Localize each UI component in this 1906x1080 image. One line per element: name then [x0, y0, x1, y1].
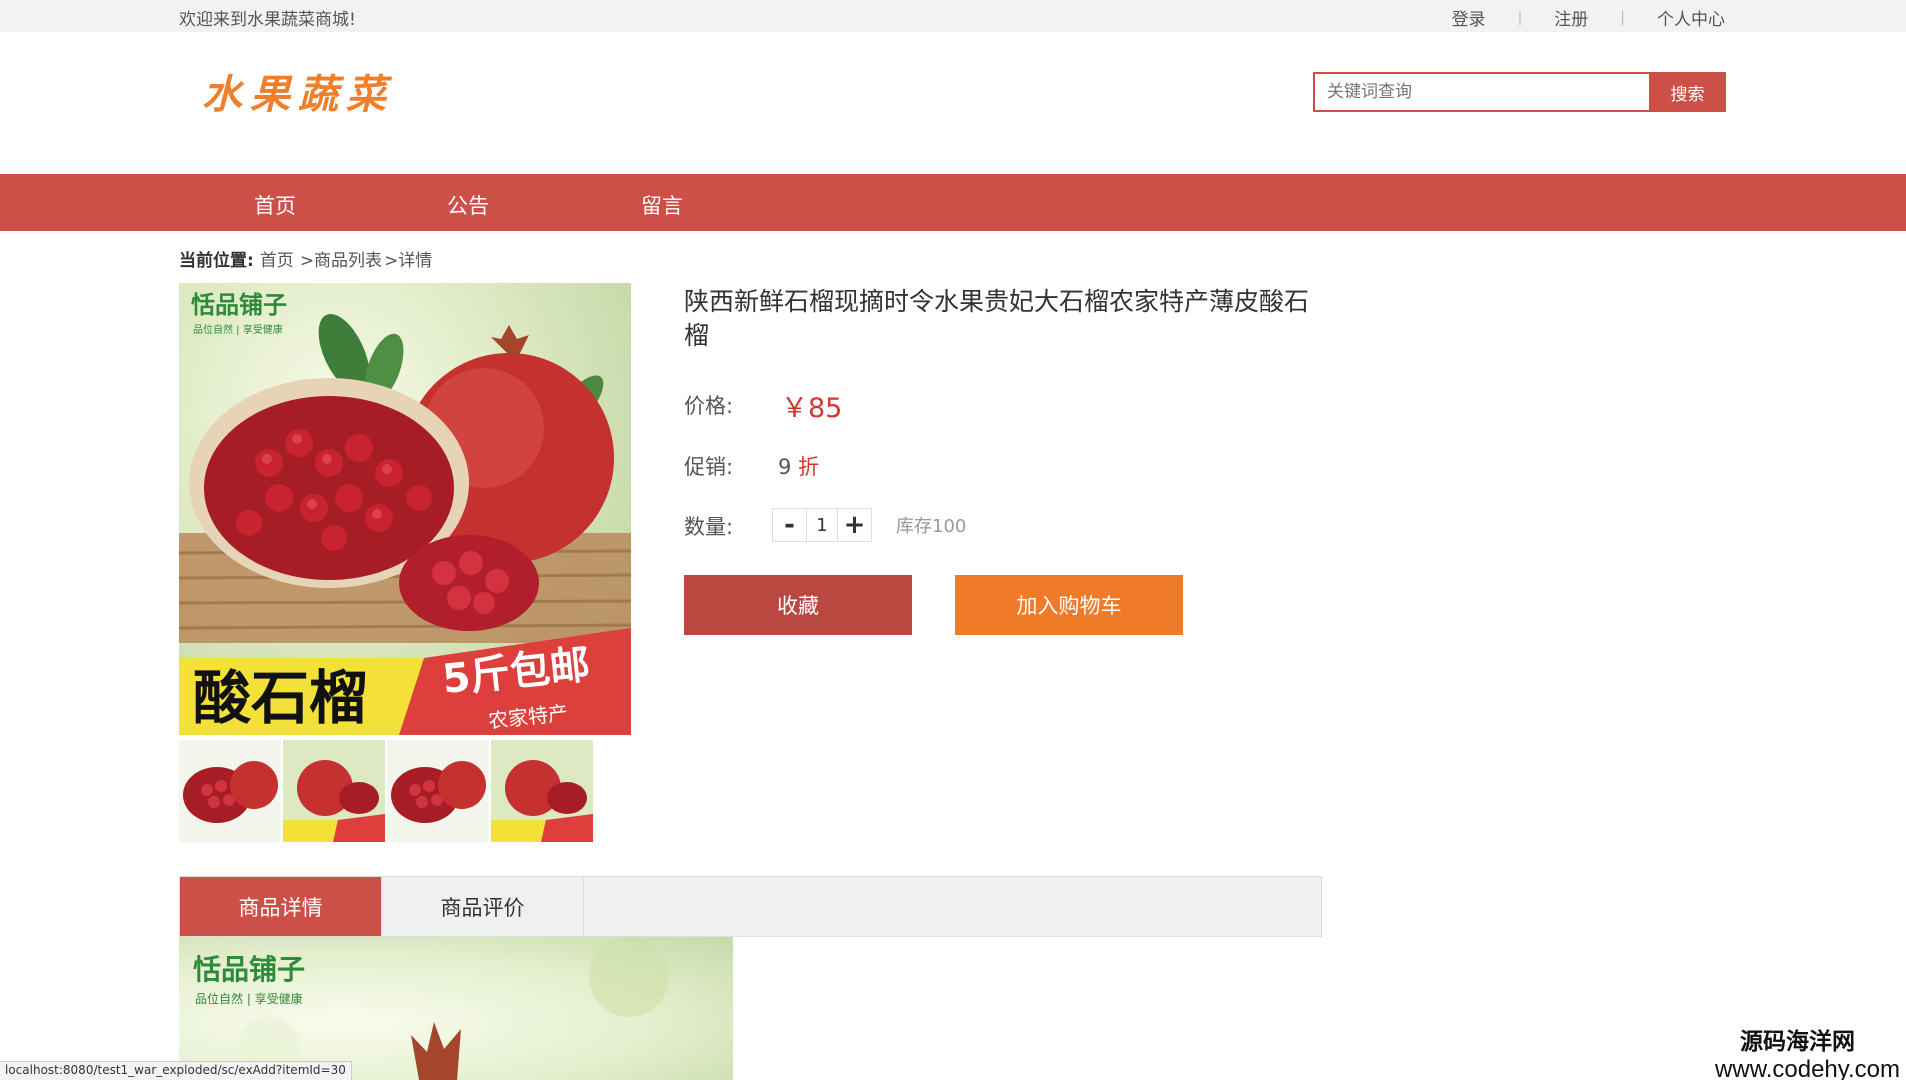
price-label: 价格: — [684, 394, 734, 418]
breadcrumb-detail: >详情 — [384, 251, 433, 271]
top-links: 登录 | 注册 | 个人中心 — [1452, 5, 1725, 31]
divider: | — [1517, 9, 1523, 26]
detail-brand-slogan: 品位自然 | 享受健康 — [195, 991, 303, 1006]
breadcrumb-list[interactable]: >商品列表 — [300, 246, 382, 271]
product-price: ￥85 — [781, 393, 843, 424]
main-nav: 首页 公告 留言 — [0, 174, 1906, 231]
add-to-cart-button[interactable]: 加入购物车 — [955, 575, 1183, 635]
watermark-line1: 源码海洋网 — [1740, 1029, 1855, 1055]
product-detail-image: 恬品铺子 品位自然 | 享受健康 — [179, 937, 733, 1080]
product-title: 陕西新鲜石榴现摘时令水果贵妃大石榴农家特产薄皮酸石榴 — [684, 287, 1310, 350]
qty-label: 数量: — [684, 515, 734, 539]
header: 水果蔬菜 搜索 — [0, 32, 1906, 174]
breadcrumb-home[interactable]: 首页 — [260, 246, 294, 271]
thumbnail[interactable] — [491, 740, 593, 842]
qty-decrease-button[interactable]: - — [773, 509, 806, 541]
product-tabs: 商品详情 商品评价 — [179, 876, 1322, 937]
detail-brand-text: 恬品铺子 — [193, 953, 305, 986]
qty-increase-button[interactable]: + — [838, 509, 871, 541]
nav-item-home[interactable]: 首页 — [254, 190, 296, 220]
qty-value[interactable]: 1 — [806, 509, 838, 541]
brand-slogan: 品位自然 | 享受健康 — [193, 323, 283, 336]
quantity-stepper: - 1 + — [772, 508, 872, 542]
promo-unit: 折 — [798, 455, 820, 479]
breadcrumb: 当前位置: 首页 >商品列表 >详情 — [179, 246, 432, 271]
watermark-line2: www.codehy.com — [1715, 1056, 1900, 1080]
pomegranate-image: 酸石榴 5斤包邮 农家特产 恬品铺子 品位自然 | 享受健康 — [179, 291, 631, 735]
login-link[interactable]: 登录 — [1452, 5, 1486, 30]
search-button[interactable]: 搜索 — [1649, 72, 1726, 112]
promo-number: 9 — [778, 455, 792, 479]
nav-item-message[interactable]: 留言 — [641, 190, 683, 220]
tab-reviews[interactable]: 商品评价 — [382, 877, 584, 936]
brand-text: 恬品铺子 — [191, 291, 287, 319]
thumbnail[interactable] — [179, 740, 281, 842]
thumbnail[interactable] — [283, 740, 385, 842]
profile-link[interactable]: 个人中心 — [1657, 5, 1725, 30]
divider: | — [1620, 9, 1625, 26]
thumbnail-strip — [179, 740, 593, 842]
welcome-text: 欢迎来到水果蔬菜商城! — [179, 10, 356, 30]
thumbnail[interactable] — [387, 740, 489, 842]
browser-status-bar: localhost:8080/test1_war_exploded/sc/exA… — [0, 1061, 352, 1080]
promo-value: 9 折 — [778, 451, 819, 481]
register-link[interactable]: 注册 — [1554, 5, 1588, 30]
site-logo[interactable]: 水果蔬菜 — [202, 62, 394, 120]
top-bar: 欢迎来到水果蔬菜商城! 登录 | 注册 | 个人中心 — [0, 0, 1906, 32]
search-input[interactable] — [1313, 72, 1649, 112]
favorite-button[interactable]: 收藏 — [684, 575, 912, 635]
nav-item-notice[interactable]: 公告 — [447, 190, 489, 220]
watermark: 源码海洋网 www.codehy.com — [1715, 1022, 1900, 1080]
tab-detail[interactable]: 商品详情 — [180, 877, 382, 936]
product-main-image[interactable]: 酸石榴 5斤包邮 农家特产 恬品铺子 品位自然 | 享受健康 — [179, 283, 631, 735]
stock-text: 库存100 — [896, 516, 967, 537]
banner-left-text: 酸石榴 — [193, 664, 367, 732]
search-bar: 搜索 — [1313, 72, 1726, 112]
breadcrumb-label: 当前位置: — [179, 251, 254, 271]
promo-label: 促销: — [684, 455, 734, 479]
